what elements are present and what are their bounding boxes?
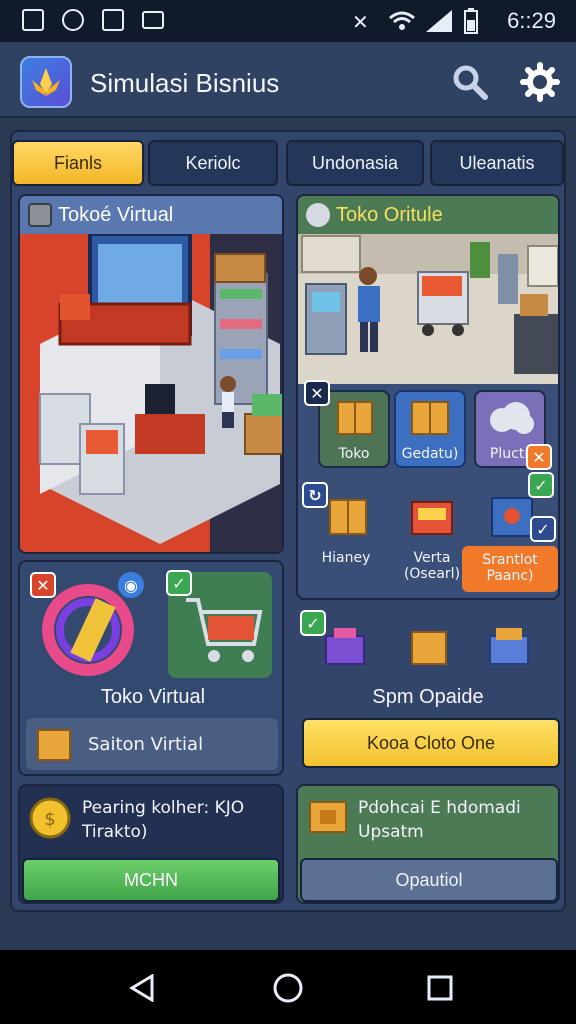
svg-text:$: $ <box>44 809 55 830</box>
isometric-shop-illustration <box>20 232 282 552</box>
box-icon <box>411 631 447 665</box>
battery-icon <box>464 8 478 34</box>
box-icon <box>37 729 71 761</box>
virtual-store-card[interactable]: ✕ ◉ ✓ Toko Virtual Saiton Virtial <box>18 560 284 776</box>
back-icon[interactable] <box>128 974 156 1002</box>
app-screen: ✕ 6::29 Simulasi Bisnius Fianls Keriolc … <box>0 0 576 1024</box>
app-title: Simulasi Bisnius <box>90 68 280 98</box>
home-icon[interactable] <box>272 972 304 1004</box>
cash-register-icon <box>411 501 453 535</box>
virtual-store-scene <box>20 232 282 552</box>
tab-1[interactable]: Keriolc <box>148 140 278 186</box>
tab-0[interactable]: Fianls <box>12 140 144 186</box>
gallery-notification-icon <box>22 9 44 31</box>
card-title: Toko Virtual <box>100 686 206 708</box>
vibrate-icon: ✕ <box>352 10 369 34</box>
item-label: Hianey <box>321 550 371 566</box>
wifi-icon <box>389 11 415 30</box>
status-bar: ✕ 6::29 <box>0 0 576 42</box>
tile-label: Gedatu) <box>401 446 459 462</box>
coin-icon: $ <box>29 797 71 839</box>
panel-header: Tokoé Virtual <box>20 196 282 234</box>
green-action-button[interactable]: MCHN <box>22 858 280 902</box>
box-icon <box>411 401 449 435</box>
treasure-box-icon <box>309 801 347 833</box>
image-notification-icon <box>102 9 124 31</box>
box-icon <box>329 499 367 535</box>
bottom-left-card[interactable]: $ Pearing kolher: KJO Tirakto) MCHN <box>18 784 284 904</box>
panel-title: Tokoé Virtual <box>58 203 174 226</box>
online-store-scene <box>298 234 558 384</box>
bottom-right-card[interactable]: Pdohcai E hdomadi Upsatm Opautiol <box>296 784 560 904</box>
close-icon[interactable]: ✕ <box>304 380 330 406</box>
promo-section: ✓ Spm Opaide Kooa Cloto One <box>296 604 560 776</box>
gift-box-icon <box>325 628 365 665</box>
check-icon[interactable]: ✓ <box>166 570 192 596</box>
recents-icon[interactable] <box>426 974 454 1002</box>
check-icon[interactable]: ✓ <box>528 472 554 498</box>
crate-icon <box>489 628 529 665</box>
saiton-row[interactable]: Saiton Virtial <box>26 718 278 770</box>
content-frame: Fianls Keriolc Undonasia Uleanatis Tokoé… <box>10 130 566 912</box>
card-text: Pdohcai E hdomadi Upsatm <box>358 798 521 842</box>
palette-icon: ◉ <box>118 572 144 598</box>
sync-notification-icon <box>62 9 84 31</box>
panel-header: Toko Oritule <box>298 196 558 234</box>
app-header: Simulasi Bisnius <box>0 42 576 118</box>
row-label: Saiton Virtial <box>88 734 204 755</box>
gear-icon[interactable] <box>520 62 560 102</box>
tile-label: Toko <box>338 446 370 462</box>
warehouse-illustration <box>298 234 558 384</box>
check-icon[interactable]: ✓ <box>530 516 556 542</box>
compass-icon <box>306 203 330 227</box>
card-text: Pearing kolher: KJO Tirakto) <box>82 798 245 842</box>
app-logo <box>20 56 72 108</box>
yellow-action-button[interactable]: Kooa Cloto One <box>302 718 560 768</box>
cloud-icon <box>490 402 534 434</box>
options-button[interactable]: Opautiol <box>300 858 558 902</box>
lotus-icon <box>32 68 60 96</box>
box-icon <box>337 401 373 435</box>
tab-3[interactable]: Uleanatis <box>430 140 564 186</box>
section-label: Spm Opaide <box>372 686 484 708</box>
close-square-icon[interactable] <box>28 203 52 227</box>
panel-title: Toko Oritule <box>336 203 443 226</box>
product-tile-gedatu[interactable]: Gedatu) <box>394 390 466 468</box>
mail-notification-icon <box>142 11 164 29</box>
system-nav-bar <box>0 950 576 1024</box>
close-icon[interactable]: ✕ <box>526 444 552 470</box>
online-store-panel[interactable]: Toko Oritule Toko ✕ Gedatu) Pluctr ✕ ↻ H… <box>296 194 560 600</box>
tab-2[interactable]: Undonasia <box>286 140 424 186</box>
signal-icon <box>426 10 452 32</box>
search-icon[interactable] <box>450 62 490 102</box>
clock: 6::29 <box>507 8 556 33</box>
item-label-highlight[interactable]: Srantlot Paanc) <box>462 546 558 592</box>
virtual-store-panel[interactable]: Tokoé Virtual <box>18 194 284 554</box>
